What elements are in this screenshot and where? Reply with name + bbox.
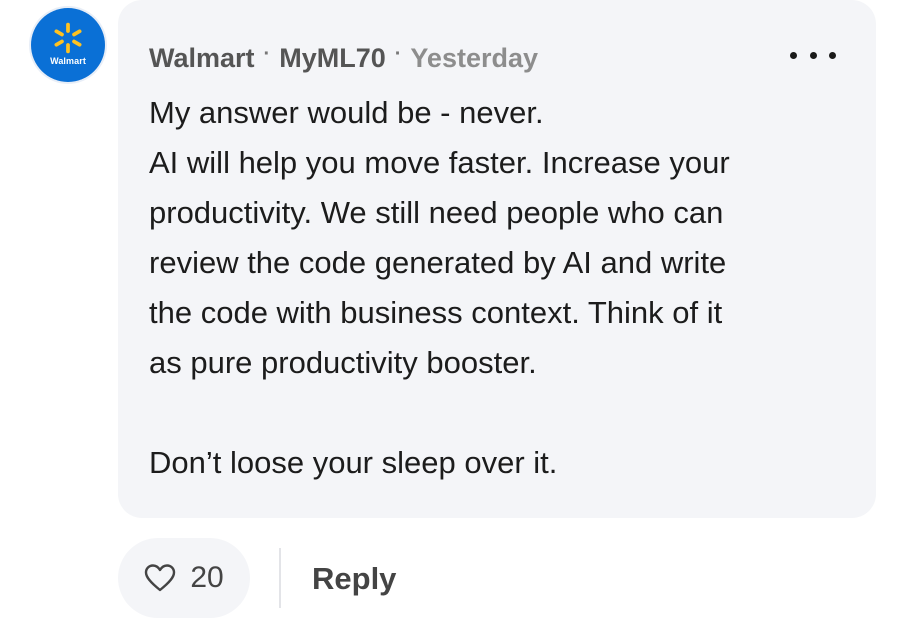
walmart-spark-icon bbox=[54, 22, 82, 53]
action-divider bbox=[279, 548, 281, 608]
paragraph-break bbox=[149, 388, 849, 438]
comment-line: My answer would be - never. bbox=[149, 95, 544, 130]
company-name[interactable]: Walmart bbox=[149, 43, 255, 74]
comment-closing-line: Don’t loose your sleep over it. bbox=[149, 445, 558, 480]
more-options-button[interactable] bbox=[790, 40, 836, 70]
more-horizontal-icon bbox=[809, 51, 817, 59]
meta-separator: · bbox=[263, 42, 271, 65]
comment-line: AI will help you move faster. Increase y… bbox=[149, 145, 730, 180]
avatar-label: Walmart bbox=[50, 55, 86, 66]
comment-line: productivity. We still need people who c… bbox=[149, 195, 724, 230]
avatar[interactable]: Walmart bbox=[29, 6, 107, 84]
like-count: 20 bbox=[190, 561, 224, 594]
avatar-badge: Walmart bbox=[31, 8, 105, 82]
reply-button[interactable]: Reply bbox=[312, 556, 396, 602]
comment-meta: Walmart · MyML70 · Yesterday bbox=[149, 40, 538, 76]
comment-line: the code with business context. Think of… bbox=[149, 295, 723, 330]
comment-line: review the code generated by AI and writ… bbox=[149, 245, 727, 280]
comment-body: My answer would be - never. AI will help… bbox=[149, 88, 849, 488]
timestamp: Yesterday bbox=[410, 42, 538, 73]
like-button[interactable]: 20 bbox=[118, 538, 250, 618]
more-horizontal-icon bbox=[829, 51, 836, 59]
comment-line: as pure productivity booster. bbox=[149, 345, 537, 380]
meta-separator: · bbox=[394, 42, 402, 65]
more-horizontal-icon bbox=[790, 51, 797, 59]
username[interactable]: MyML70 bbox=[279, 43, 386, 74]
heart-icon bbox=[145, 564, 176, 592]
